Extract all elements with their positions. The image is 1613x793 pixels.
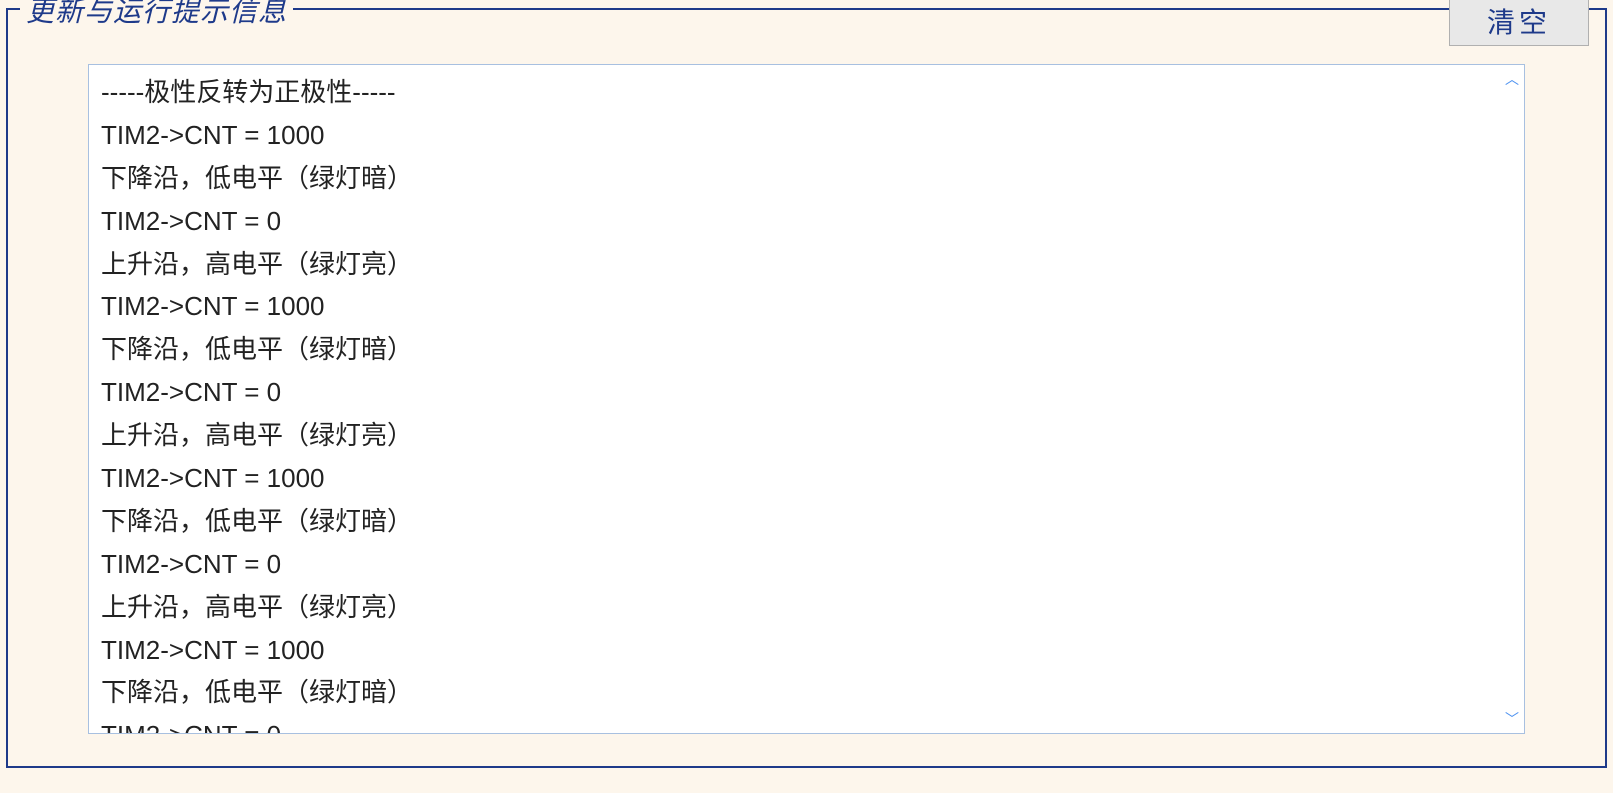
log-wrapper: -----极性反转为正极性----- TIM2->CNT = 1000 下降沿，… bbox=[88, 64, 1525, 734]
info-panel: 更新与运行提示信息 清空 -----极性反转为正极性----- TIM2->CN… bbox=[6, 8, 1607, 768]
panel-title: 更新与运行提示信息 bbox=[20, 0, 293, 30]
log-textarea[interactable]: -----极性反转为正极性----- TIM2->CNT = 1000 下降沿，… bbox=[89, 65, 1524, 733]
clear-button[interactable]: 清空 bbox=[1449, 0, 1589, 46]
